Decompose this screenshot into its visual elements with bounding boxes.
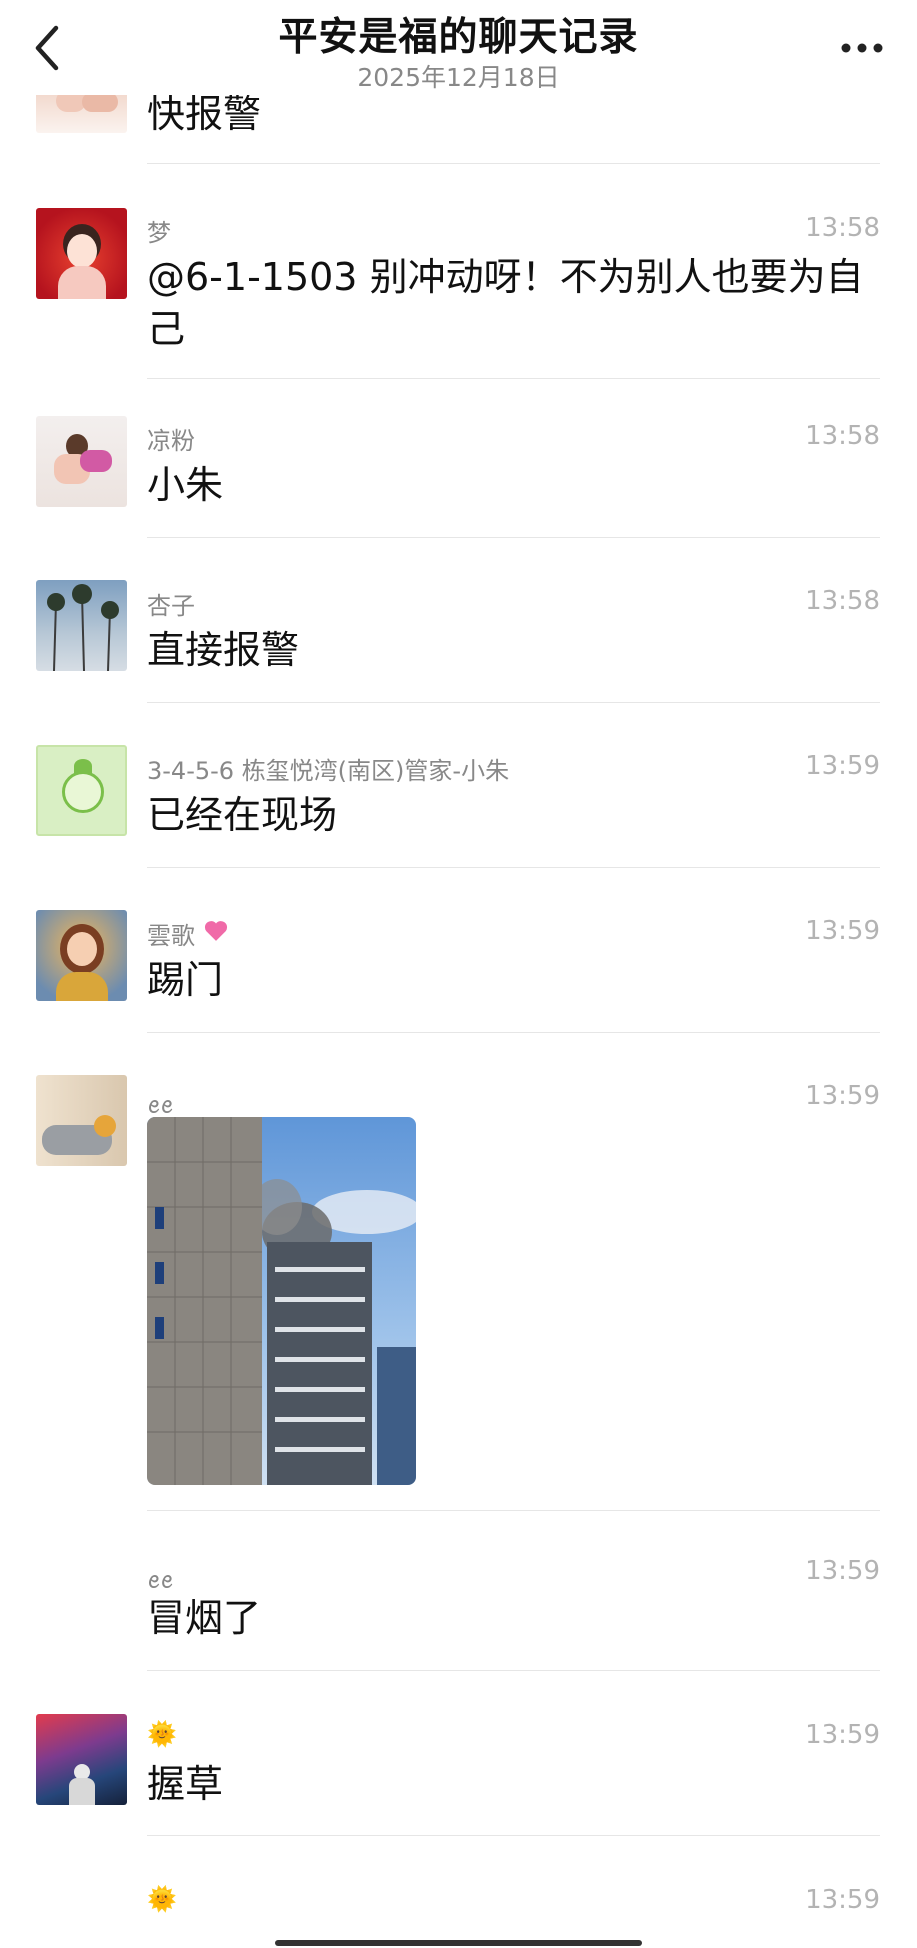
message-time: 13:59 [805, 751, 880, 781]
avatar[interactable] [36, 1075, 127, 1166]
message-text: 直接报警 [147, 628, 300, 672]
avatar[interactable] [36, 580, 127, 671]
home-indicator [275, 1940, 642, 1946]
sender-name: 🌞 [147, 1720, 177, 1748]
chat-date: 2025年12月18日 [357, 63, 560, 92]
sender-name: 3-4-5-6 栋玺悦湾(南区)管家-小朱 [147, 757, 510, 785]
message-time: 13:58 [805, 421, 880, 451]
divider [147, 163, 880, 164]
message-time: 13:59 [805, 1556, 880, 1586]
avatar[interactable] [36, 208, 127, 299]
avatar[interactable] [36, 910, 127, 1001]
sender-name: 雲歌 [147, 922, 195, 950]
message-time: 13:59 [805, 1081, 880, 1111]
divider [147, 702, 880, 703]
sender-name: 杏子 [147, 592, 195, 620]
sender-name: 凉粉 [147, 427, 195, 455]
divider [147, 537, 880, 538]
heart-icon [204, 921, 228, 941]
avatar[interactable] [36, 745, 127, 836]
message-text: 冒烟了 [147, 1596, 262, 1640]
message-time: 13:58 [805, 213, 880, 243]
message-time: 13:59 [805, 1885, 880, 1915]
message-text: 小朱 [147, 463, 224, 507]
divider [147, 1510, 880, 1511]
message-time: 13:59 [805, 916, 880, 946]
divider [147, 867, 880, 868]
divider [147, 1670, 880, 1671]
message-text: 握草 [147, 1762, 224, 1806]
divider [147, 1032, 880, 1033]
message-text: 踢门 [147, 958, 224, 1002]
divider [147, 378, 880, 379]
avatar[interactable] [36, 416, 127, 507]
message-time: 13:59 [805, 1720, 880, 1750]
sender-name: 🌞 [147, 1885, 177, 1913]
page-title: 平安是福的聊天记录 [278, 15, 639, 60]
avatar[interactable] [36, 1714, 127, 1805]
chat-header: 平安是福的聊天记录 2025年12月18日 [0, 0, 917, 95]
divider [147, 1835, 880, 1836]
more-options-icon[interactable] [837, 24, 887, 64]
message-image[interactable] [147, 1117, 416, 1485]
message-text: 快报警 [147, 92, 262, 136]
message-text: 已经在现场 [147, 793, 338, 837]
message-time: 13:58 [805, 586, 880, 616]
sender-name: 梦 [147, 219, 171, 247]
message-text: @6-1-1503 别冲动呀！不为别人也要为自己 [147, 255, 864, 351]
